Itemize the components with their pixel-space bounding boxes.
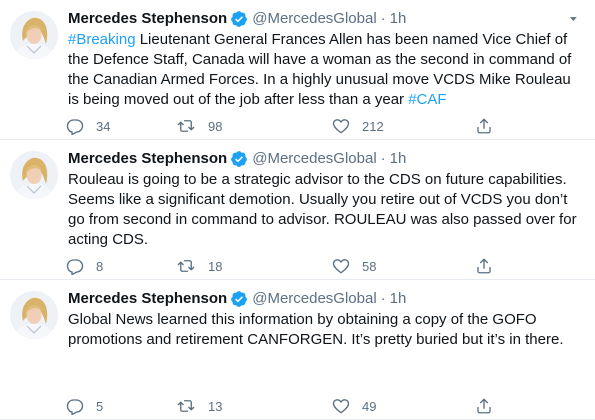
author-name[interactable]: Mercedes Stephenson	[68, 149, 227, 169]
verified-badge-icon	[230, 150, 248, 168]
like-button[interactable]: 212	[332, 116, 384, 136]
avatar[interactable]	[10, 11, 58, 59]
tweet-body: Rouleau is going to be a strategic advis…	[68, 171, 577, 248]
retweet-count: 18	[208, 258, 223, 274]
tweet-content: Mercedes Stephenson @MercedesGlobal · 1h…	[68, 9, 583, 110]
tweet[interactable]: Mercedes Stephenson @MercedesGlobal · 1h…	[0, 280, 595, 420]
reply-icon	[66, 117, 84, 135]
reply-button[interactable]: 34	[66, 116, 110, 136]
reply-button[interactable]: 5	[66, 396, 103, 416]
like-count: 49	[362, 398, 377, 414]
more-icon[interactable]	[563, 9, 583, 29]
author-name[interactable]: Mercedes Stephenson	[68, 9, 227, 29]
tweet-header: Mercedes Stephenson @MercedesGlobal · 1h	[68, 149, 583, 169]
verified-badge-icon	[230, 10, 248, 28]
retweet-count: 98	[208, 118, 223, 134]
reply-button[interactable]: 8	[66, 256, 103, 276]
tweet-header: Mercedes Stephenson @MercedesGlobal · 1h	[68, 289, 583, 309]
hashtag-link[interactable]: #Breaking	[68, 31, 136, 48]
hashtag-link[interactable]: #CAF	[408, 91, 446, 108]
timestamp[interactable]: 1h	[390, 289, 407, 309]
retweet-count: 13	[208, 398, 223, 414]
author-name[interactable]: Mercedes Stephenson	[68, 289, 227, 309]
separator-dot: ·	[380, 290, 386, 307]
reply-count: 5	[96, 398, 104, 414]
tweet-actions: 8 18 58	[66, 256, 506, 276]
retweet-icon	[176, 257, 196, 275]
tweet-actions: 5 13 49	[66, 396, 506, 416]
like-count: 212	[362, 118, 384, 134]
tweet-text: #Breaking Lieutenant General Frances All…	[68, 30, 583, 110]
heart-icon	[332, 257, 350, 275]
heart-icon	[332, 397, 350, 415]
retweet-button[interactable]: 18	[176, 256, 222, 276]
retweet-button[interactable]: 13	[176, 396, 222, 416]
tweet-content: Mercedes Stephenson @MercedesGlobal · 1h…	[68, 149, 583, 250]
share-button[interactable]	[475, 116, 493, 136]
reply-count: 8	[96, 258, 104, 274]
tweet-actions: 34 98 212	[66, 116, 506, 136]
verified-badge-icon	[230, 290, 248, 308]
retweet-icon	[176, 117, 196, 135]
tweet-body: Global News learned this information by …	[68, 311, 564, 348]
tweet[interactable]: Mercedes Stephenson @MercedesGlobal · 1h…	[0, 0, 595, 140]
reply-count: 34	[96, 118, 111, 134]
author-handle[interactable]: @MercedesGlobal	[252, 9, 376, 29]
share-button[interactable]	[475, 396, 493, 416]
author-handle[interactable]: @MercedesGlobal	[252, 149, 376, 169]
separator-dot: ·	[380, 150, 386, 167]
retweet-button[interactable]: 98	[176, 116, 222, 136]
share-button[interactable]	[475, 256, 493, 276]
tweet[interactable]: Mercedes Stephenson @MercedesGlobal · 1h…	[0, 140, 595, 280]
tweet-header: Mercedes Stephenson @MercedesGlobal · 1h	[68, 9, 583, 29]
avatar[interactable]	[10, 151, 58, 199]
tweet-content: Mercedes Stephenson @MercedesGlobal · 1h…	[68, 289, 583, 350]
reply-icon	[66, 397, 84, 415]
tweet-body: Lieutenant General Frances Allen has bee…	[68, 31, 572, 108]
author-handle[interactable]: @MercedesGlobal	[252, 289, 376, 309]
tweet-text: Global News learned this information by …	[68, 310, 583, 350]
share-icon	[475, 397, 493, 415]
like-button[interactable]: 49	[332, 396, 376, 416]
separator-dot: ·	[380, 10, 386, 27]
share-icon	[475, 117, 493, 135]
heart-icon	[332, 117, 350, 135]
share-icon	[475, 257, 493, 275]
timestamp[interactable]: 1h	[390, 149, 407, 169]
tweet-text: Rouleau is going to be a strategic advis…	[68, 170, 583, 250]
like-button[interactable]: 58	[332, 256, 376, 276]
reply-icon	[66, 257, 84, 275]
timestamp[interactable]: 1h	[390, 9, 407, 29]
like-count: 58	[362, 258, 377, 274]
retweet-icon	[176, 397, 196, 415]
avatar[interactable]	[10, 291, 58, 339]
